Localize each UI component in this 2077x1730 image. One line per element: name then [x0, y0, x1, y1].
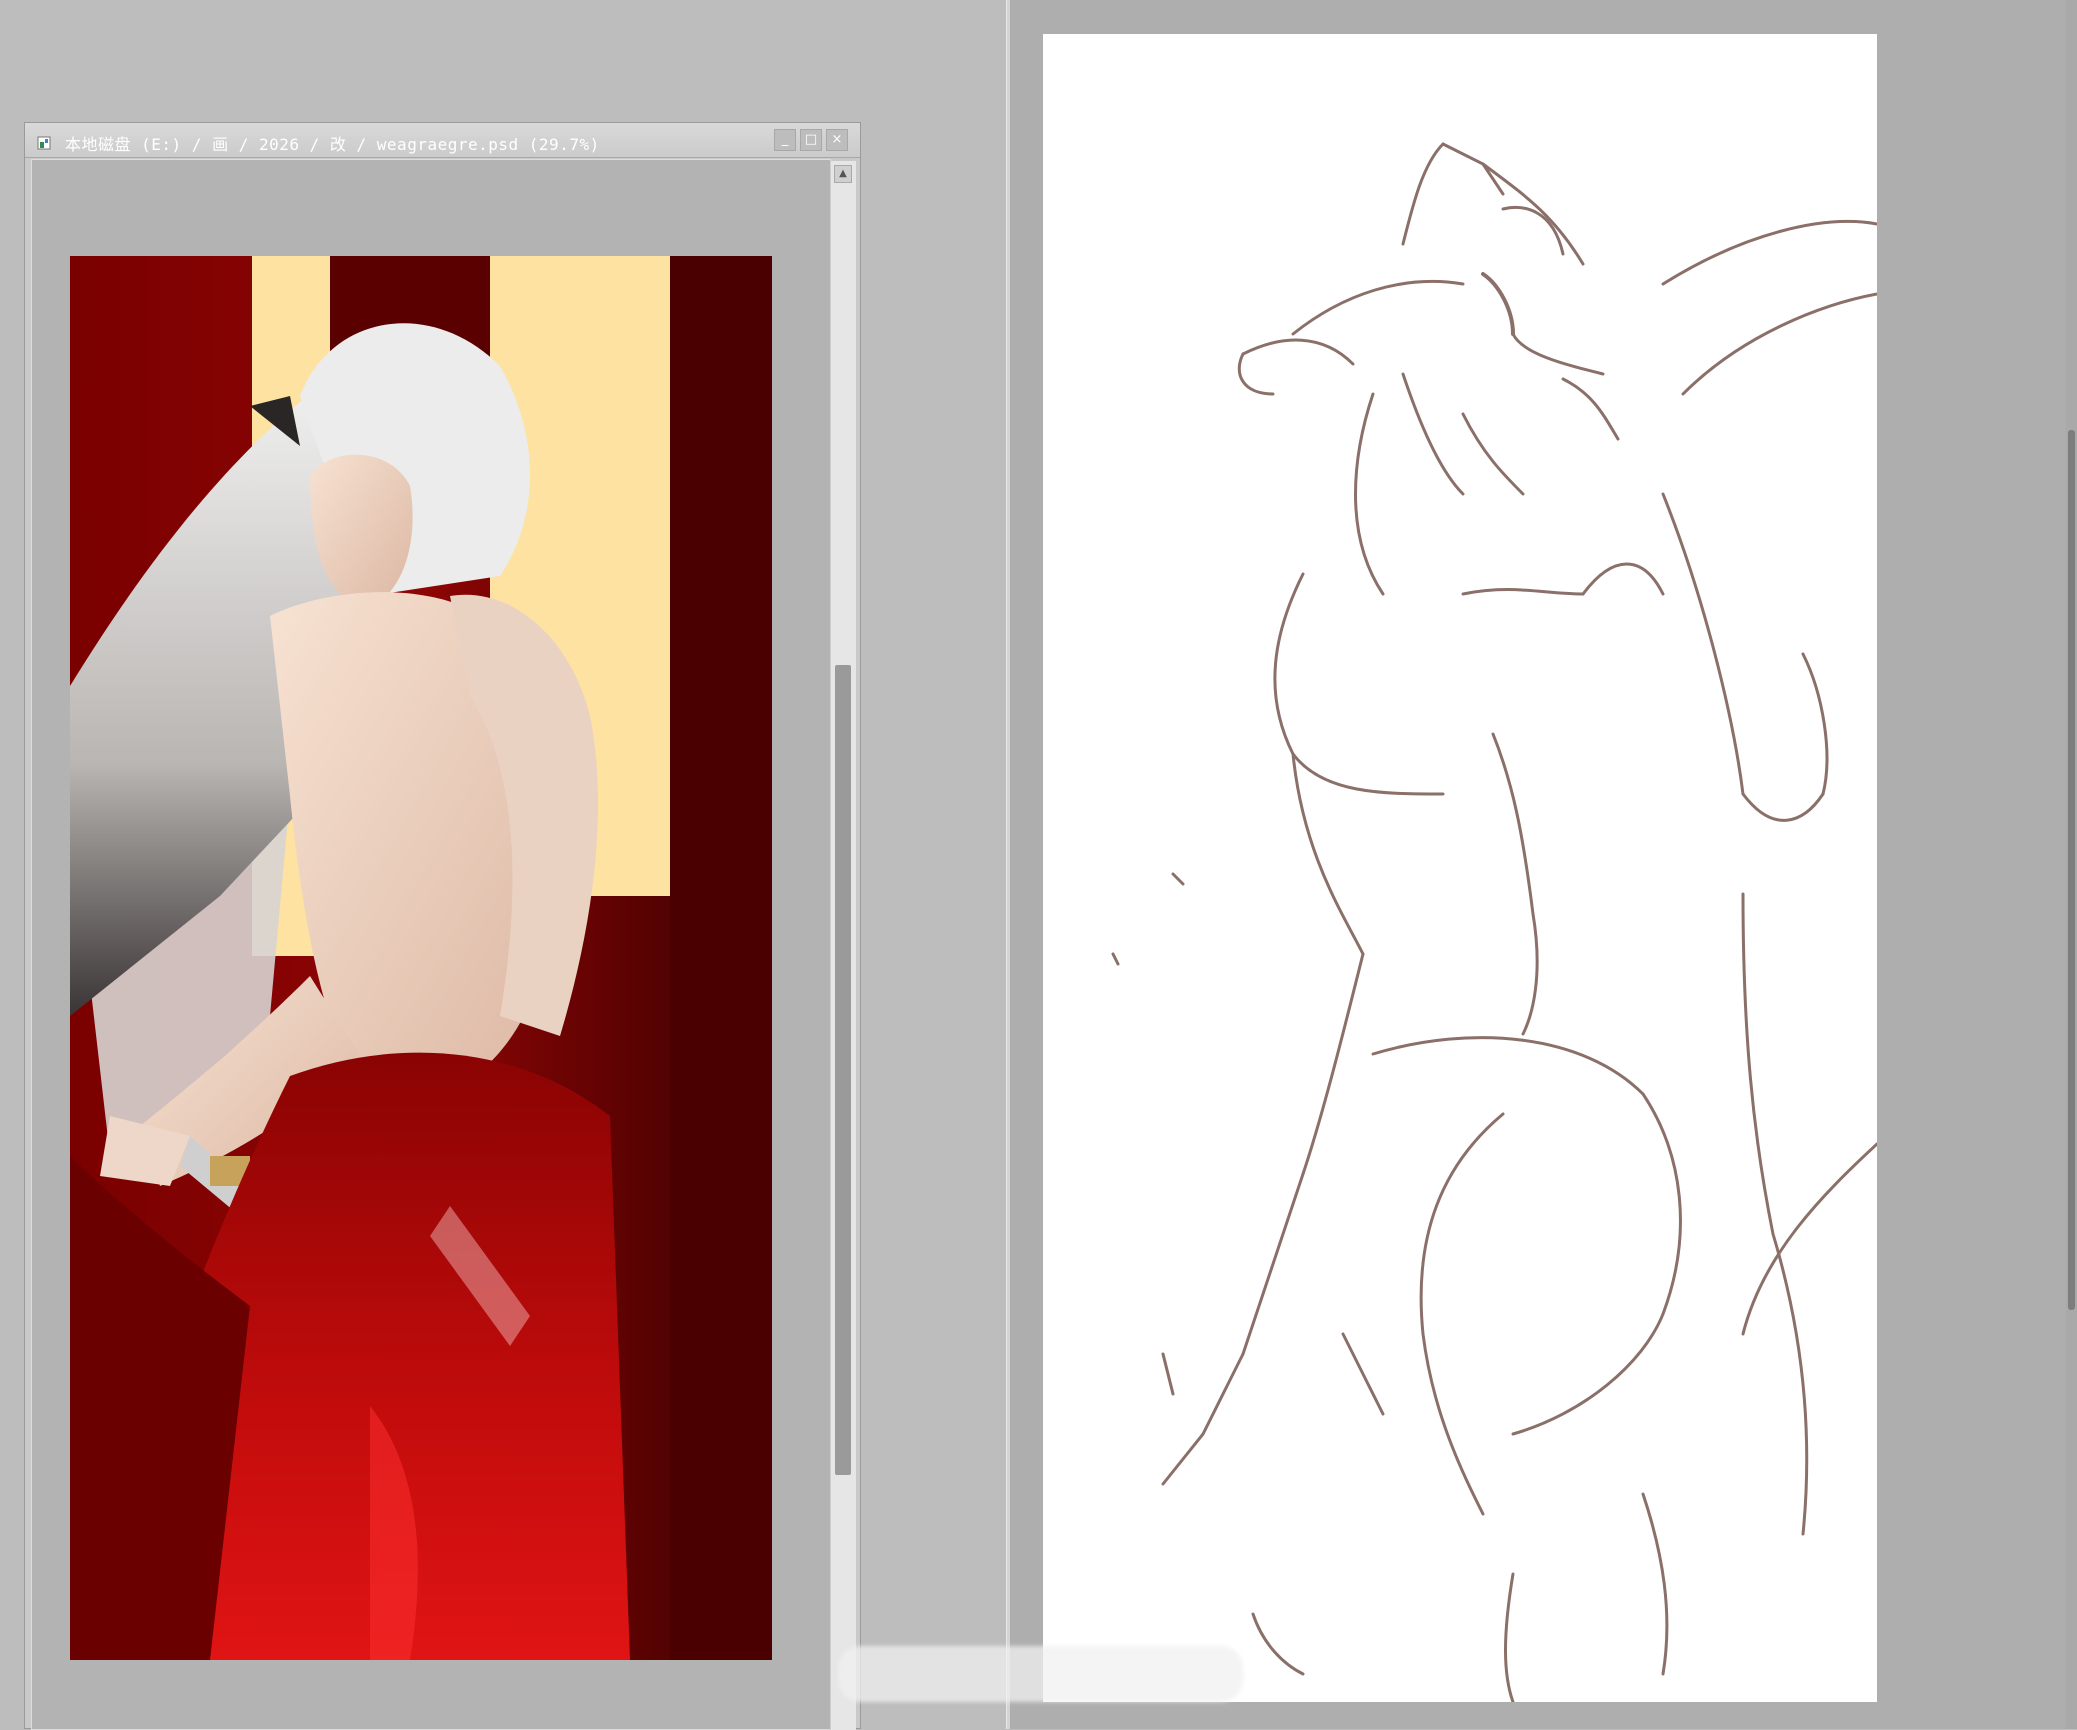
document-window: 本地磁盘 (E:) / 画 / 2026 / 改 / weagraegre.ps… [24, 122, 861, 1730]
maximize-button[interactable]: □ [800, 129, 822, 151]
painting-artwork [70, 256, 772, 1660]
right-scrollbar-thumb[interactable] [2068, 430, 2075, 1310]
sketch-canvas[interactable] [1043, 34, 1877, 1702]
window-title-bar[interactable]: 本地磁盘 (E:) / 画 / 2026 / 改 / weagraegre.ps… [25, 123, 860, 158]
scroll-up-arrow-icon[interactable]: ▲ [834, 165, 852, 183]
document-vertical-scrollbar[interactable]: ▲ [830, 161, 856, 1730]
scrollbar-thumb[interactable] [835, 665, 851, 1475]
document-canvas-area[interactable] [31, 159, 831, 1730]
close-button[interactable]: × [826, 129, 848, 151]
document-icon [37, 135, 51, 150]
minimize-button[interactable]: _ [774, 129, 796, 151]
window-title: 本地磁盘 (E:) / 画 / 2026 / 改 / weagraegre.ps… [65, 135, 600, 154]
floating-toolbar[interactable] [838, 1646, 1243, 1702]
